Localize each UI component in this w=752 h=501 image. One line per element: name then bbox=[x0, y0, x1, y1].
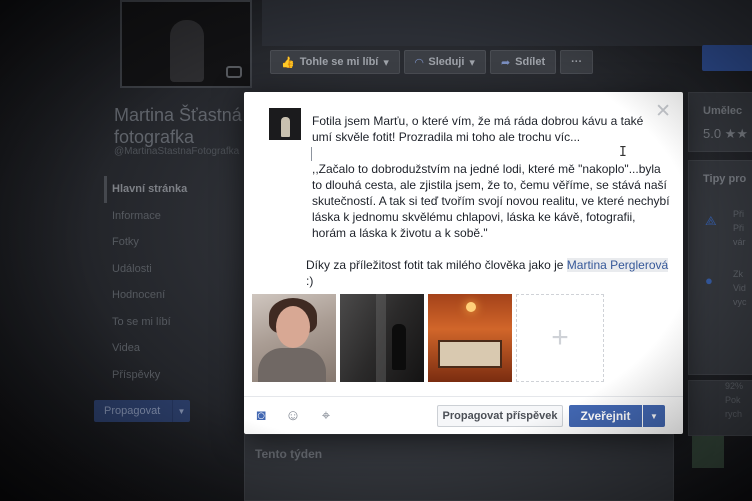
share-label: Sdílet bbox=[515, 56, 546, 68]
nav-item-videos[interactable]: Videa bbox=[104, 335, 234, 362]
tips-card: Tipy pro ⟁ Při Při vár ● Zk Vid vyc bbox=[688, 160, 752, 375]
post-paragraph-1: Fotila jsem Marťu, o které vím, že má rá… bbox=[312, 114, 644, 144]
chevron-down-icon[interactable]: ▼ bbox=[172, 400, 190, 422]
like-page-button[interactable]: 👍 Tohle se mi líbí ▾ bbox=[270, 50, 400, 74]
post-text-area[interactable]: Fotila jsem Marťu, o které vím, že má rá… bbox=[306, 113, 672, 305]
nav-item-photos[interactable]: Fotky bbox=[104, 229, 234, 256]
this-week-card: Tento týden bbox=[244, 434, 674, 501]
avatar bbox=[269, 108, 301, 140]
promote-page-label: Propagovat bbox=[104, 405, 161, 417]
composer-footer: ◙ ☺ ⌖ Propagovat příspěvek Zveřejnit ▼ bbox=[244, 396, 683, 434]
post-paragraph-3: Díky za příležitost fotit tak milého člo… bbox=[306, 257, 672, 289]
profile-photo[interactable] bbox=[120, 0, 252, 88]
plus-icon: + bbox=[551, 321, 569, 354]
more-button[interactable]: ··· bbox=[560, 50, 594, 74]
tip-snippet: Při bbox=[733, 209, 744, 219]
tip-snippet: vyc bbox=[733, 297, 747, 307]
ibeam-cursor-icon: I bbox=[619, 145, 627, 160]
response-card: 92% Pok rych bbox=[688, 380, 752, 436]
photo-face bbox=[276, 306, 310, 348]
network-icon: ⟁ bbox=[705, 213, 717, 228]
nav-item-likes[interactable]: To se mi líbí bbox=[104, 309, 234, 336]
follow-label: Sleduji bbox=[428, 56, 465, 68]
tip-snippet: Při bbox=[733, 223, 744, 233]
nav-item-home[interactable]: Hlavní stránka bbox=[104, 176, 234, 203]
attached-photo-interior[interactable] bbox=[428, 294, 512, 382]
page-handle[interactable]: @MartinaStastnaFotografka bbox=[114, 146, 254, 157]
tip-snippet: vár bbox=[733, 237, 746, 247]
more-icon: ··· bbox=[571, 56, 583, 68]
nav-item-events[interactable]: Události bbox=[104, 256, 234, 283]
page-name: Martina Šťastná - fotografka bbox=[114, 105, 253, 147]
tips-title: Tipy pro bbox=[703, 173, 747, 185]
this-week-title: Tento týden bbox=[255, 447, 323, 461]
add-photo-button[interactable]: + bbox=[516, 294, 604, 382]
closing-text: Díky za příležitost fotit tak milého člo… bbox=[306, 258, 567, 272]
thumbs-up-icon: 👍 bbox=[281, 56, 295, 69]
cover-photo bbox=[262, 0, 752, 46]
closing-end: :) bbox=[306, 274, 314, 288]
attached-photo-dark[interactable] bbox=[340, 294, 424, 382]
top-right-blue-button[interactable] bbox=[702, 45, 752, 71]
photo-body bbox=[258, 348, 326, 382]
tip-snippet: Vid bbox=[733, 283, 746, 293]
smile-icon[interactable]: ☺ bbox=[284, 406, 302, 424]
photo-light-stripe bbox=[376, 294, 386, 382]
boost-post-button[interactable]: Propagovat příspěvek bbox=[437, 405, 563, 427]
photo-figure bbox=[392, 324, 406, 370]
attached-photo-portrait[interactable] bbox=[252, 294, 336, 382]
chevron-down-icon: ▾ bbox=[383, 56, 389, 69]
mention-tag[interactable]: Martina Perglerová bbox=[566, 258, 669, 272]
share-icon: ➦ bbox=[500, 56, 511, 69]
response-rate: 92% bbox=[725, 381, 744, 391]
thumbnail-image[interactable] bbox=[692, 436, 724, 468]
response-snippet: rych bbox=[725, 409, 743, 419]
monitor-screen: 👍 Tohle se mi líbí ▾ ◠ Sleduji ▾ ➦ Sdíle… bbox=[0, 0, 752, 501]
camera-icon[interactable]: ◙ bbox=[252, 406, 270, 424]
lightbulb-icon: ● bbox=[705, 273, 713, 288]
promote-page-button[interactable]: Propagovat ▼ bbox=[94, 400, 190, 422]
location-pin-icon[interactable]: ⌖ bbox=[317, 406, 335, 424]
page-nav: Hlavní stránka Informace Fotky Události … bbox=[104, 176, 234, 388]
photo-attachments: + bbox=[252, 294, 604, 382]
page-action-bar: 👍 Tohle se mi líbí ▾ ◠ Sleduji ▾ ➦ Sdíle… bbox=[270, 50, 594, 74]
share-button[interactable]: ➦ Sdílet bbox=[489, 50, 557, 74]
like-page-label: Tohle se mi líbí bbox=[299, 56, 379, 68]
nav-item-posts[interactable]: Příspěvky bbox=[104, 362, 234, 389]
profile-figure bbox=[170, 20, 204, 82]
photo-lamp bbox=[466, 302, 476, 312]
response-snippet: Pok bbox=[725, 395, 741, 405]
rss-icon: ◠ bbox=[414, 56, 424, 69]
avatar-figure bbox=[281, 117, 290, 137]
publish-button[interactable]: Zveřejnit bbox=[569, 405, 642, 427]
chevron-down-icon: ▾ bbox=[469, 56, 475, 69]
category-card: Umělec 5.0 ★★ bbox=[688, 92, 752, 152]
follow-button[interactable]: ◠ Sleduji ▾ bbox=[403, 50, 486, 74]
chevron-down-icon[interactable]: ▼ bbox=[643, 405, 665, 427]
text-caret bbox=[311, 147, 312, 161]
nav-item-about[interactable]: Informace bbox=[104, 203, 234, 230]
camera-icon[interactable] bbox=[226, 66, 242, 78]
post-paragraph-2: ,,Začalo to dobrodužstvím na jedné lodi,… bbox=[312, 162, 670, 240]
post-composer-dialog: ✕ Fotila jsem Marťu, o které vím, že má … bbox=[244, 92, 683, 434]
rating-value: 5.0 ★★ bbox=[703, 126, 748, 141]
category-label: Umělec bbox=[703, 105, 743, 117]
tip-snippet: Zk bbox=[733, 269, 743, 279]
nav-item-reviews[interactable]: Hodnocení bbox=[104, 282, 234, 309]
photo-frame bbox=[438, 340, 502, 368]
